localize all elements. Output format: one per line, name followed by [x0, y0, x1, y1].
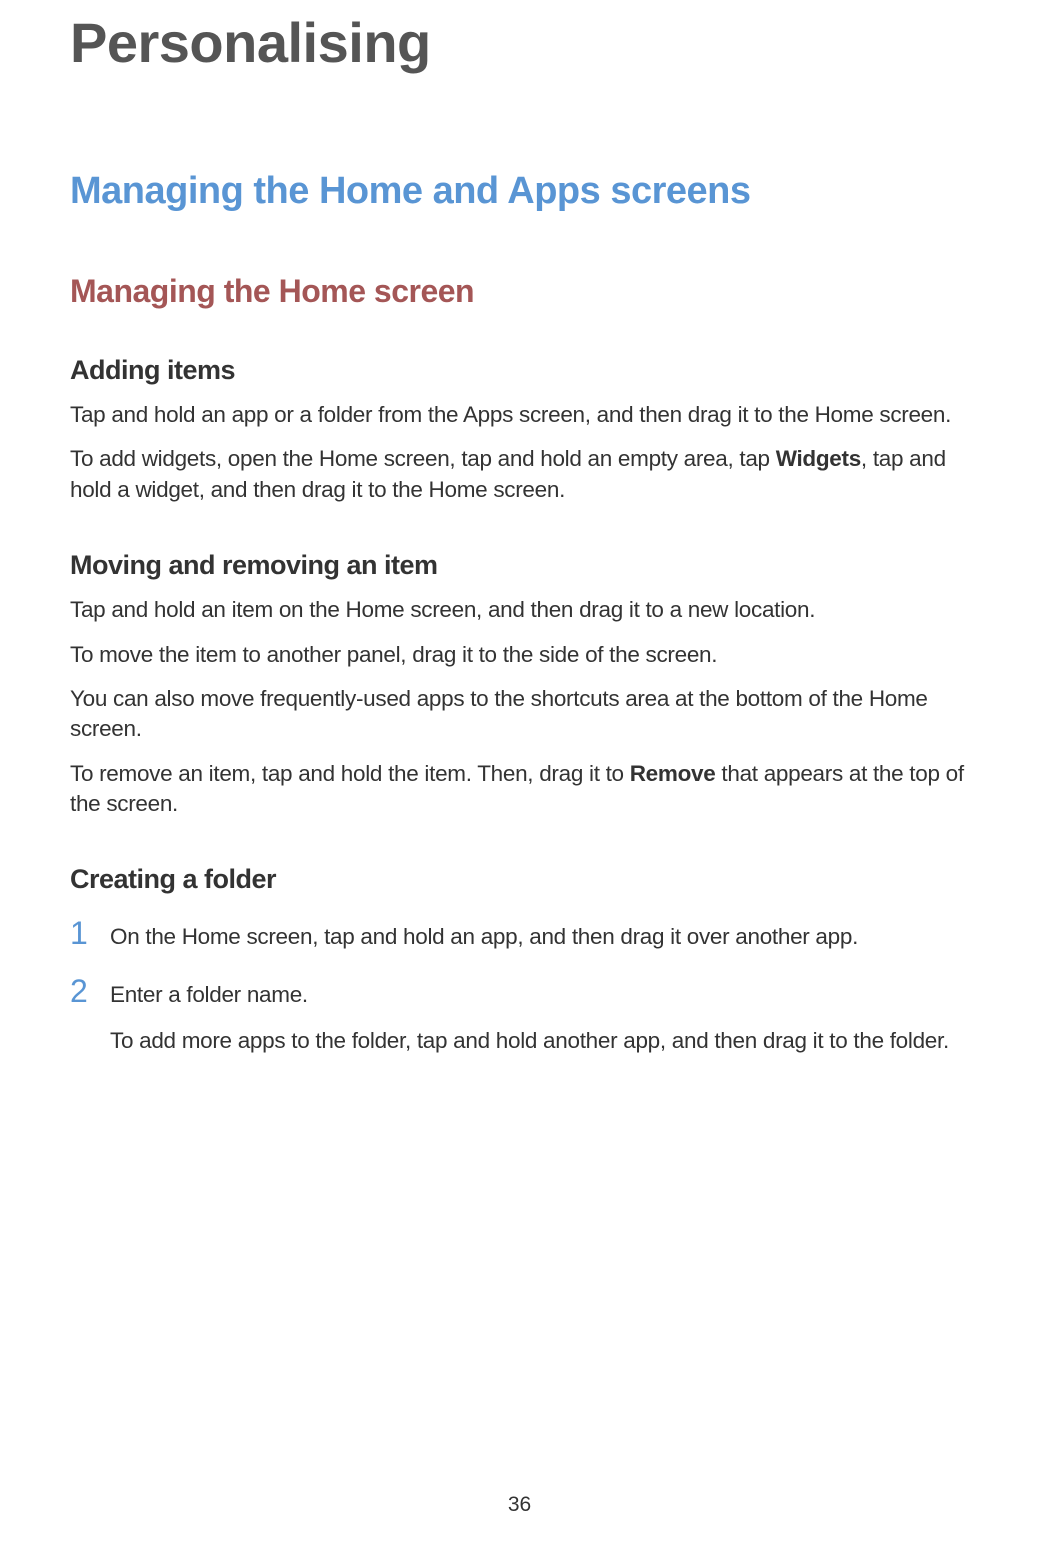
- step-text-2: Enter a folder name.: [110, 975, 308, 1010]
- step-subtext-2: To add more apps to the folder, tap and …: [110, 1026, 969, 1056]
- topic-adding-items: Adding items: [70, 355, 969, 386]
- subsection-heading: Managing the Home screen: [70, 273, 969, 310]
- paragraph-moving-1: Tap and hold an item on the Home screen,…: [70, 595, 969, 625]
- paragraph-moving-2: To move the item to another panel, drag …: [70, 640, 969, 670]
- topic-creating-folder: Creating a folder: [70, 864, 969, 895]
- step-number-1: 1: [70, 917, 110, 949]
- topic-moving-removing: Moving and removing an item: [70, 550, 969, 581]
- list-item-2: 2 Enter a folder name.: [70, 975, 969, 1010]
- bold-widgets: Widgets: [776, 446, 861, 471]
- bold-remove: Remove: [630, 761, 716, 786]
- paragraph-adding-1: Tap and hold an app or a folder from the…: [70, 400, 969, 430]
- text-segment: To add widgets, open the Home screen, ta…: [70, 446, 776, 471]
- section-heading: Managing the Home and Apps screens: [70, 170, 969, 213]
- step-text-1: On the Home screen, tap and hold an app,…: [110, 917, 858, 952]
- ordered-list: 1 On the Home screen, tap and hold an ap…: [70, 917, 969, 1056]
- paragraph-moving-4: To remove an item, tap and hold the item…: [70, 759, 969, 820]
- page-number: 36: [0, 1493, 1039, 1517]
- page-title: Personalising: [70, 0, 969, 75]
- text-segment: To remove an item, tap and hold the item…: [70, 761, 630, 786]
- step-number-2: 2: [70, 975, 110, 1007]
- list-item-1: 1 On the Home screen, tap and hold an ap…: [70, 917, 969, 952]
- paragraph-moving-3: You can also move frequently-used apps t…: [70, 684, 969, 745]
- paragraph-adding-2: To add widgets, open the Home screen, ta…: [70, 444, 969, 505]
